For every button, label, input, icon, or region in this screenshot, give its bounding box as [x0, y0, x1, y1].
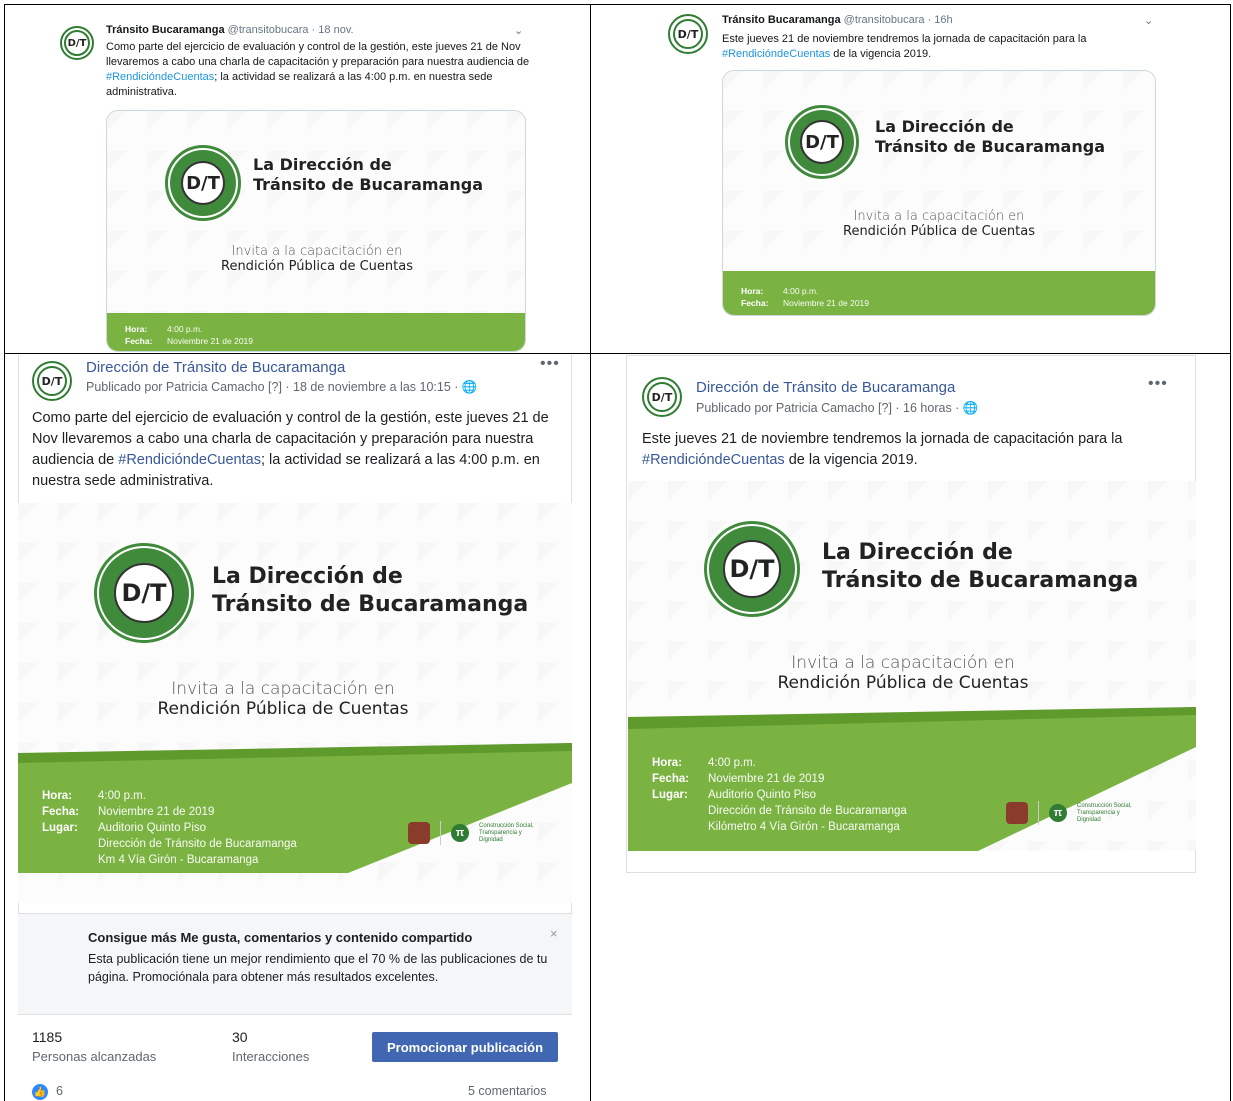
- pi-logo-icon: π: [451, 824, 469, 842]
- card-title: La Dirección de Tránsito de Bucaramanga: [875, 117, 1105, 156]
- invite-image-card[interactable]: D / T La Dirección de Tránsito de Bucaraman…: [106, 110, 526, 352]
- page-avatar[interactable]: D / T: [32, 361, 72, 401]
- tweet-text: Este jueves 21 de noviembre tendremos la…: [722, 33, 1087, 60]
- profile-avatar[interactable]: D / T: [668, 14, 708, 54]
- card-info-band: Hora: 4:00 p.m. Fecha: Noviembre 21 de 201…: [723, 271, 1155, 315]
- globe-icon: 🌐: [461, 380, 478, 394]
- bucaramanga-crest-icon: [1006, 802, 1028, 824]
- promo-title: Consigue más Me gusta, comentarios y con…: [88, 930, 473, 945]
- pi-logo-icon: π: [1049, 804, 1067, 822]
- tweet-author-meta: @transitobucara · 16h: [843, 14, 953, 26]
- dt-logo: D / T: [165, 145, 241, 221]
- card-invite: Invita a la capacitación en Rendición Púb…: [777, 653, 1029, 693]
- card-invite: Invita a la capacitación en Rendición Púb…: [843, 209, 1035, 239]
- card-info-band: Hora: 4:00 p.m. Fecha: Noviembre 21 de 201…: [107, 313, 525, 351]
- hashtag-link[interactable]: #RendicióndeCuentas: [106, 71, 214, 83]
- like-reaction-icon[interactable]: 👍: [32, 1084, 48, 1100]
- post-text: Como parte del ejercicio de evaluación y…: [32, 410, 549, 489]
- page-name[interactable]: Dirección de Tránsito de Bucaramanga: [86, 359, 345, 376]
- close-icon[interactable]: ×: [550, 926, 558, 941]
- card-invite: Invita a la capacitación en Rendición Púb…: [157, 679, 409, 719]
- reach-value: 1185: [32, 1029, 63, 1045]
- invite-image[interactable]: D / T La Dirección de Tránsito de Bucaraman…: [628, 481, 1196, 851]
- hashtag-link[interactable]: #RendicióndeCuentas: [118, 452, 261, 468]
- facebook-post-1: D / T Dirección de Tránsito de Bucaramanga…: [6, 355, 589, 1101]
- promo-text: Esta publicación tiene un mejor rendimie…: [88, 952, 548, 984]
- card-title: La Dirección de Tránsito de Bucaramanga: [212, 564, 529, 617]
- event-info: Hora: 4:00 p.m. Fecha: Noviembre 21 de 201…: [42, 790, 297, 866]
- tweet-text: Como parte del ejercicio de evaluación y…: [106, 41, 530, 98]
- tweet-1: D / T Tránsito Bucaramanga @transitobucara…: [6, 6, 589, 352]
- screenshot-collage: D / T Tránsito Bucaramanga @transitobucara…: [0, 0, 1233, 1101]
- dt-logo: D / T: [94, 543, 194, 643]
- post-meta: Publicado por Patricia Camacho [?] · 18 …: [86, 380, 478, 394]
- border-middle: [4, 353, 1231, 354]
- hashtag-link[interactable]: #RendicióndeCuentas: [722, 48, 830, 60]
- tweet-author-meta: @transitobucara · 18 nov.: [227, 24, 354, 36]
- card-title: La Dirección de Tránsito de Bucaramanga: [822, 540, 1139, 593]
- tweet-author-name[interactable]: Tránsito Bucaramanga: [722, 14, 841, 26]
- dt-logo: D / T: [704, 521, 800, 617]
- tweet-author-name[interactable]: Tránsito Bucaramanga: [106, 24, 225, 36]
- comments-count[interactable]: 5 comentarios: [468, 1084, 547, 1098]
- page-name[interactable]: Dirección de Tránsito de Bucaramanga: [696, 379, 955, 396]
- partner-logos: π Construcción Social, Transparencia y D…: [408, 821, 539, 845]
- more-options-icon[interactable]: •••: [1148, 375, 1168, 393]
- globe-icon: 🌐: [962, 401, 979, 415]
- tweet-2: D / T Tránsito Bucaramanga @transitobucara…: [592, 6, 1228, 352]
- invite-image[interactable]: D / T La Dirección de Tránsito de Bucaraman…: [18, 503, 572, 903]
- profile-avatar[interactable]: D / T: [60, 26, 94, 60]
- promotion-panel: Consigue más Me gusta, comentarios y con…: [18, 913, 572, 1101]
- hashtag-link[interactable]: #RendicióndeCuentas: [642, 452, 785, 468]
- border-left: [4, 4, 5, 1101]
- promote-post-button[interactable]: Promocionar publicación: [372, 1032, 558, 1062]
- facebook-post-2: D / T Dirección de Tránsito de Bucaramanga…: [592, 355, 1228, 1101]
- chevron-down-icon[interactable]: ⌄: [514, 24, 523, 37]
- border-center: [590, 4, 591, 1101]
- more-options-icon[interactable]: •••: [540, 355, 560, 373]
- likes-count[interactable]: 6: [56, 1084, 63, 1098]
- partner-logos: π Construcción Social, Transparencia y D…: [1006, 801, 1143, 825]
- event-info: Hora: 4:00 p.m. Fecha: Noviembre 21 de 201…: [652, 757, 907, 833]
- invite-image-card[interactable]: D / T La Dirección de Tránsito de Bucaraman…: [722, 70, 1156, 316]
- card-title: La Dirección de Tránsito de Bucaramanga: [253, 155, 483, 194]
- reach-label: Personas alcanzadas: [32, 1049, 157, 1064]
- interactions-value: 30: [232, 1029, 248, 1045]
- dt-logo: D / T: [785, 105, 859, 179]
- post-meta: Publicado por Patricia Camacho [?] · 16 …: [696, 401, 979, 415]
- interactions-label: Interacciones: [232, 1049, 310, 1064]
- chevron-down-icon[interactable]: ⌄: [1144, 14, 1153, 27]
- border-top: [4, 4, 1231, 5]
- bucaramanga-crest-icon: [408, 822, 430, 844]
- card-invite: Invita a la capacitación en Rendición Púb…: [221, 244, 413, 274]
- page-avatar[interactable]: D / T: [642, 377, 682, 417]
- post-text: Este jueves 21 de noviembre tendremos la…: [642, 431, 1123, 468]
- border-right: [1230, 4, 1231, 1101]
